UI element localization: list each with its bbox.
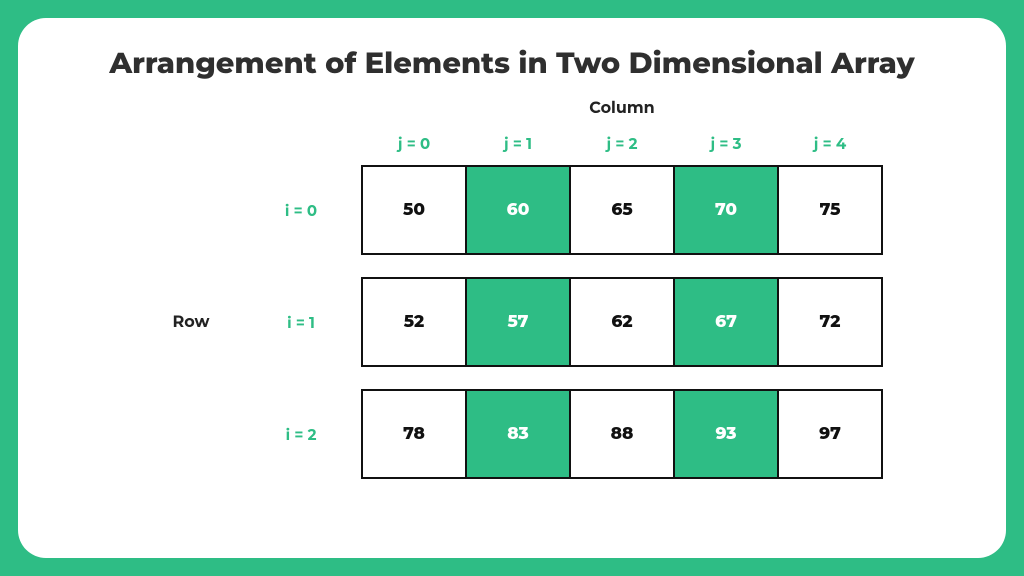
array-cell: 83	[465, 391, 569, 477]
array-cell: 78	[361, 391, 465, 477]
j-label: j = 2	[570, 134, 674, 153]
row-axis-label: Row	[141, 313, 241, 332]
array-cell: 65	[569, 167, 673, 253]
array-cell: 62	[569, 279, 673, 365]
array-cell: 88	[569, 391, 673, 477]
array-diagram: Column j = 0 j = 1 j = 2 j = 3 j = 4 Row…	[58, 99, 966, 479]
array-cell: 67	[673, 279, 777, 365]
i-label: i = 2	[241, 425, 361, 444]
data-row: i = 2 78 83 88 93 97	[241, 389, 883, 479]
j-label: j = 3	[674, 134, 778, 153]
array-cell: 60	[465, 167, 569, 253]
cells-row: 78 83 88 93 97	[361, 389, 883, 479]
column-axis-label: Column	[362, 99, 882, 118]
i-label: i = 1	[241, 313, 361, 332]
cells-row: 52 57 62 67 72	[361, 277, 883, 367]
j-label: j = 1	[466, 134, 570, 153]
rows-block: i = 0 50 60 65 70 75 i = 1 52 57 62	[241, 165, 883, 479]
array-cell: 50	[361, 167, 465, 253]
data-row: i = 1 52 57 62 67 72	[241, 277, 883, 367]
diagram-card: Arrangement of Elements in Two Dimension…	[18, 18, 1006, 558]
array-cell: 75	[777, 167, 881, 253]
array-cell: 93	[673, 391, 777, 477]
array-cell: 72	[777, 279, 881, 365]
array-cell: 97	[777, 391, 881, 477]
array-cell: 57	[465, 279, 569, 365]
column-header-wrap: Column	[142, 99, 882, 134]
j-label-row: j = 0 j = 1 j = 2 j = 3 j = 4	[142, 134, 882, 153]
array-cell: 52	[361, 279, 465, 365]
rows-area: Row i = 0 50 60 65 70 75 i = 1 52	[141, 165, 883, 479]
page-title: Arrangement of Elements in Two Dimension…	[109, 46, 914, 81]
array-cell: 70	[673, 167, 777, 253]
j-label: j = 4	[778, 134, 882, 153]
cells-row: 50 60 65 70 75	[361, 165, 883, 255]
j-labels: j = 0 j = 1 j = 2 j = 3 j = 4	[362, 134, 882, 153]
i-label: i = 0	[241, 201, 361, 220]
j-label: j = 0	[362, 134, 466, 153]
data-row: i = 0 50 60 65 70 75	[241, 165, 883, 255]
